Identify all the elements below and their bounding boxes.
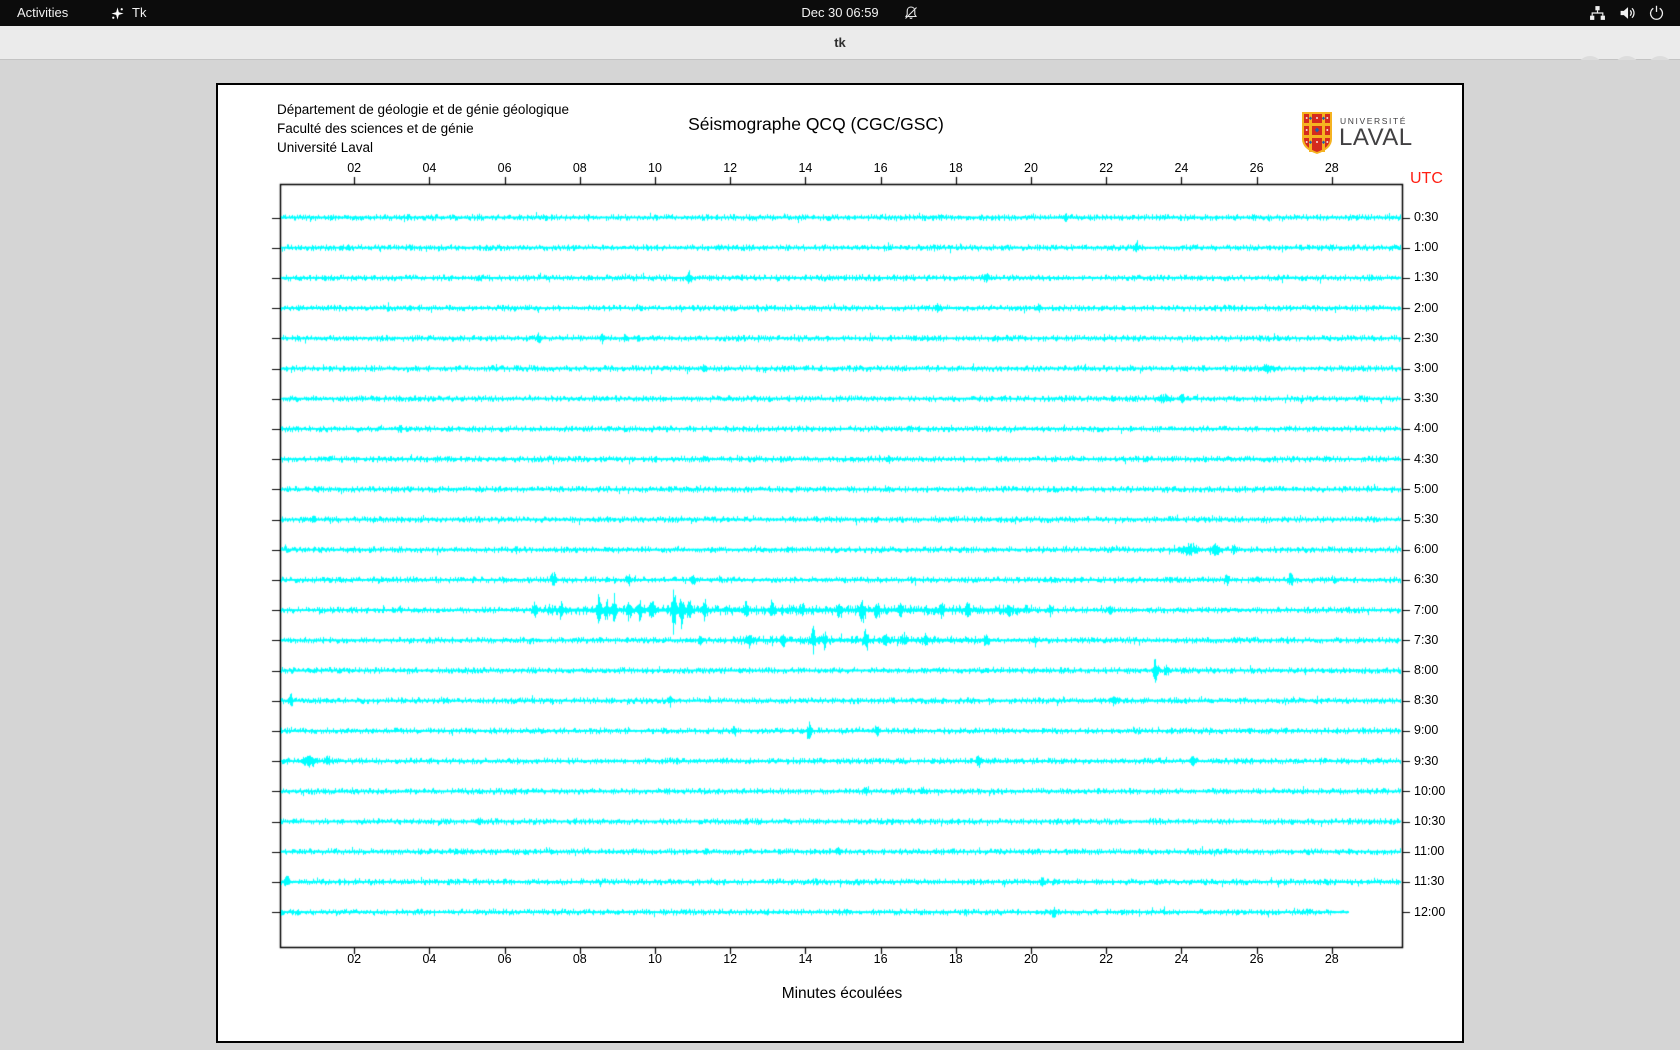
x-tick-label-bottom: 18 bbox=[949, 952, 963, 966]
utc-time-label: 10:00 bbox=[1414, 784, 1445, 798]
x-tick-label-bottom: 16 bbox=[874, 952, 888, 966]
x-tick-label-top: 16 bbox=[874, 161, 888, 175]
activities-button[interactable]: Activities bbox=[17, 0, 68, 26]
x-axis-title: Minutes écoulées bbox=[782, 985, 903, 1003]
seismograph-sheet: Département de géologie et de génie géol… bbox=[216, 83, 1464, 1043]
utc-time-label: 1:30 bbox=[1414, 270, 1438, 284]
utc-time-label: 0:30 bbox=[1414, 210, 1438, 224]
address-line-3: Université Laval bbox=[277, 140, 373, 155]
address-line-1: Département de géologie et de génie géol… bbox=[277, 102, 569, 117]
window-titlebar[interactable]: tk bbox=[0, 26, 1680, 60]
plot-title: Séismographe QCQ (CGC/GSC) bbox=[688, 114, 944, 135]
x-tick-label-bottom: 20 bbox=[1024, 952, 1038, 966]
bell-muted-icon bbox=[903, 0, 919, 26]
window-title: tk bbox=[834, 26, 846, 60]
x-tick-label-top: 06 bbox=[498, 161, 512, 175]
utc-time-label: 6:00 bbox=[1414, 542, 1438, 556]
utc-time-label: 1:00 bbox=[1414, 240, 1438, 254]
volume-icon[interactable] bbox=[1619, 0, 1636, 26]
utc-time-label: 9:30 bbox=[1414, 754, 1438, 768]
utc-time-label: 11:00 bbox=[1414, 844, 1444, 858]
x-tick-label-top: 24 bbox=[1174, 161, 1188, 175]
x-tick-label-top: 10 bbox=[648, 161, 662, 175]
institution-address: Département de géologie et de génie géol… bbox=[277, 100, 569, 157]
x-tick-label-bottom: 02 bbox=[347, 952, 361, 966]
utc-time-label: 9:00 bbox=[1414, 723, 1438, 737]
power-icon[interactable] bbox=[1648, 0, 1665, 26]
x-tick-label-bottom: 22 bbox=[1099, 952, 1113, 966]
utc-time-label: 10:30 bbox=[1414, 814, 1445, 828]
x-tick-label-bottom: 24 bbox=[1174, 952, 1188, 966]
x-tick-label-bottom: 06 bbox=[498, 952, 512, 966]
utc-time-label: 7:30 bbox=[1414, 633, 1438, 647]
utc-time-label: 12:00 bbox=[1414, 905, 1445, 919]
utc-time-label: 3:00 bbox=[1414, 361, 1438, 375]
address-line-2: Faculté des sciences et de génie bbox=[277, 121, 474, 136]
network-wired-icon[interactable] bbox=[1589, 0, 1606, 26]
x-tick-label-top: 22 bbox=[1099, 161, 1113, 175]
helicorder-plot bbox=[218, 85, 1466, 1045]
x-tick-label-bottom: 14 bbox=[798, 952, 812, 966]
utc-axis-label: UTC bbox=[1410, 170, 1443, 188]
x-tick-label-top: 26 bbox=[1250, 161, 1264, 175]
utc-time-label: 4:00 bbox=[1414, 421, 1438, 435]
focused-app-indicator[interactable]: Tk bbox=[110, 0, 146, 26]
x-tick-label-bottom: 12 bbox=[723, 952, 737, 966]
x-tick-label-bottom: 08 bbox=[573, 952, 587, 966]
utc-time-label: 6:30 bbox=[1414, 572, 1438, 586]
x-tick-label-top: 18 bbox=[949, 161, 963, 175]
x-tick-label-bottom: 28 bbox=[1325, 952, 1339, 966]
utc-time-label: 5:30 bbox=[1414, 512, 1438, 526]
x-tick-label-top: 20 bbox=[1024, 161, 1038, 175]
x-tick-label-top: 12 bbox=[723, 161, 737, 175]
utc-time-label: 7:00 bbox=[1414, 603, 1438, 617]
utc-time-label: 3:30 bbox=[1414, 391, 1438, 405]
utc-time-label: 8:00 bbox=[1414, 663, 1438, 677]
utc-time-label: 2:30 bbox=[1414, 331, 1438, 345]
tk-feather-icon bbox=[110, 6, 125, 21]
laval-shield-icon bbox=[1300, 111, 1334, 155]
x-tick-label-bottom: 10 bbox=[648, 952, 662, 966]
logo-laval-text: LAVAL bbox=[1339, 124, 1413, 152]
x-tick-label-top: 04 bbox=[422, 161, 436, 175]
x-tick-label-top: 28 bbox=[1325, 161, 1339, 175]
x-tick-label-bottom: 26 bbox=[1250, 952, 1264, 966]
x-tick-label-top: 08 bbox=[573, 161, 587, 175]
clock[interactable]: Dec 30 06:59 bbox=[801, 0, 878, 26]
utc-time-label: 5:00 bbox=[1414, 482, 1438, 496]
x-tick-label-top: 02 bbox=[347, 161, 361, 175]
utc-time-label: 11:30 bbox=[1414, 874, 1444, 888]
x-tick-label-top: 14 bbox=[798, 161, 812, 175]
tk-window-body: Département de géologie et de génie géol… bbox=[0, 60, 1680, 1050]
utc-time-label: 8:30 bbox=[1414, 693, 1438, 707]
universite-laval-logo: UNIVERSITÉ LAVAL bbox=[1300, 109, 1450, 157]
utc-time-label: 2:00 bbox=[1414, 301, 1438, 315]
app-name: Tk bbox=[132, 0, 146, 26]
x-tick-label-bottom: 04 bbox=[422, 952, 436, 966]
gnome-top-bar: Activities Tk Dec 30 06:59 bbox=[0, 0, 1680, 26]
utc-time-label: 4:30 bbox=[1414, 452, 1438, 466]
